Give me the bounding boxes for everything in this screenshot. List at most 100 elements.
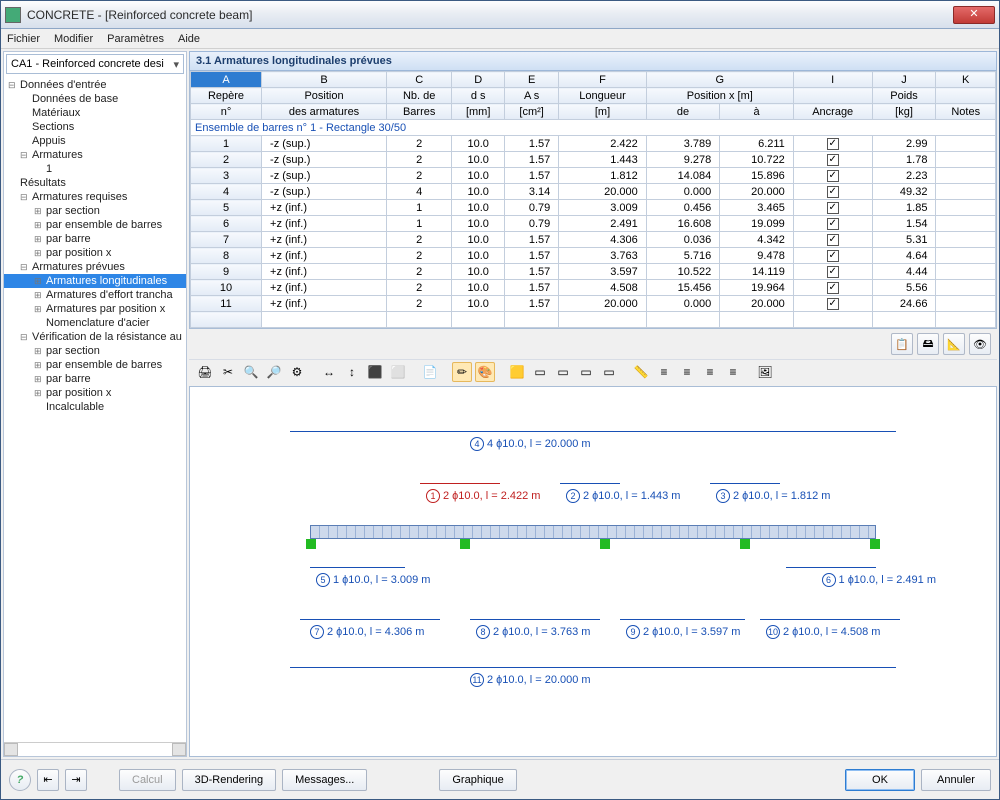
btn-measure[interactable]: 📐: [943, 333, 965, 355]
btn-view[interactable]: 👁: [969, 333, 991, 355]
btn-export[interactable]: 📋: [891, 333, 913, 355]
toolbar-btn[interactable]: ≡: [700, 362, 720, 382]
toolbar-btn[interactable]: 🖼: [755, 362, 775, 382]
bar-line-7: [300, 619, 440, 620]
bar-label-11: 112 ɸ10.0, l = 20.000 m: [470, 673, 591, 687]
body: CA1 - Reinforced concrete desi ⊟Données …: [1, 49, 999, 759]
tree-item[interactable]: ⊟Armatures requises: [4, 190, 186, 204]
tree-item[interactable]: ⊞Armatures par position x: [4, 302, 186, 316]
toolbar-btn[interactable]: ⬜: [388, 362, 408, 382]
tree-item[interactable]: ⊞par section: [4, 204, 186, 218]
loadcase-combo[interactable]: CA1 - Reinforced concrete desi: [6, 54, 184, 74]
toolbar-btn[interactable]: ▭: [576, 362, 596, 382]
bar-line-8: [470, 619, 600, 620]
toolbar-btn[interactable]: ▭: [530, 362, 550, 382]
render-button[interactable]: 3D-Rendering: [182, 769, 276, 791]
btn-save[interactable]: 🖴: [917, 333, 939, 355]
tree-item[interactable]: Matériaux: [4, 106, 186, 120]
bar-line-9: [620, 619, 745, 620]
bar-line-10: [760, 619, 900, 620]
menu-params[interactable]: Paramètres: [107, 33, 164, 45]
tree-item[interactable]: ⊞par section: [4, 344, 186, 358]
toolbar-btn[interactable]: ✂: [218, 362, 238, 382]
graph-button[interactable]: Graphique: [439, 769, 516, 791]
cancel-button[interactable]: Annuler: [921, 769, 991, 791]
toolbar-btn[interactable]: ✏: [452, 362, 472, 382]
tree-item[interactable]: ⊞par position x: [4, 386, 186, 400]
tree-item[interactable]: Appuis: [4, 134, 186, 148]
messages-button[interactable]: Messages...: [282, 769, 367, 791]
tree-item[interactable]: ⊟Armatures: [4, 148, 186, 162]
toolbar-btn[interactable]: ▭: [599, 362, 619, 382]
calc-button[interactable]: Calcul: [119, 769, 176, 791]
tree-item[interactable]: ⊟Données d'entrée: [4, 78, 186, 92]
tree-item[interactable]: ⊞par position x: [4, 246, 186, 260]
help-button[interactable]: ?: [9, 769, 31, 791]
bar-label-5: 51 ɸ10.0, l = 3.009 m: [316, 573, 430, 587]
tree-item[interactable]: Nomenclature d'acier: [4, 316, 186, 330]
bar-line-5: [310, 567, 405, 568]
tree-item[interactable]: ⊞Armatures longitudinales: [4, 274, 186, 288]
toolbar-btn[interactable]: ↔: [319, 362, 339, 382]
bar-label-8: 82 ɸ10.0, l = 3.763 m: [476, 625, 590, 639]
ok-button[interactable]: OK: [845, 769, 915, 791]
toolbar-btn[interactable]: 🎨: [475, 362, 495, 382]
bar-line-2: [560, 483, 620, 484]
toolbar-btn[interactable]: 🟨: [507, 362, 527, 382]
grid-wrap: ABCDEFGIJKRepèrePositionNb. ded sA sLong…: [189, 71, 997, 329]
toolbar-btn[interactable]: ↕: [342, 362, 362, 382]
menu-file[interactable]: Fichier: [7, 33, 40, 45]
data-grid[interactable]: ABCDEFGIJKRepèrePositionNb. ded sA sLong…: [190, 71, 996, 328]
tree-item[interactable]: ⊞par barre: [4, 372, 186, 386]
footer: ? ⇤ ⇥ Calcul 3D-Rendering Messages... Gr…: [1, 759, 999, 799]
tree-item[interactable]: Incalculable: [4, 400, 186, 414]
toolbar-btn[interactable]: ▭: [553, 362, 573, 382]
sidebar-scrollbar[interactable]: [4, 742, 186, 756]
bar-label-9: 92 ɸ10.0, l = 3.597 m: [626, 625, 740, 639]
bar-line-11: [290, 667, 896, 668]
tree-item[interactable]: Sections: [4, 120, 186, 134]
titlebar: CONCRETE - [Reinforced concrete beam] ✕: [1, 1, 999, 29]
menubar: Fichier Modifier Paramètres Aide: [1, 29, 999, 49]
main-panel: 3.1 Armatures longitudinales prévues ABC…: [189, 51, 997, 757]
bar-label-10: 102 ɸ10.0, l = 4.508 m: [766, 625, 880, 639]
menu-edit[interactable]: Modifier: [54, 33, 93, 45]
bar-label-3: 32 ɸ10.0, l = 1.812 m: [716, 489, 830, 503]
toolbar-btn[interactable]: 🔍: [241, 362, 261, 382]
support-5: [870, 539, 880, 549]
diagram-toolbar: 🖨✂🔍🔎⚙↔↕⬛⬜📄✏🎨🟨▭▭▭▭📏≡≡≡≡🖼: [189, 359, 997, 384]
tree-item[interactable]: 1: [4, 162, 186, 176]
close-button[interactable]: ✕: [953, 6, 995, 24]
tree-item[interactable]: ⊞Armatures d'effort trancha: [4, 288, 186, 302]
app-window: CONCRETE - [Reinforced concrete beam] ✕ …: [0, 0, 1000, 800]
tree-item[interactable]: Résultats: [4, 176, 186, 190]
grid-action-buttons: 📋 🖴 📐 👁: [189, 329, 997, 359]
toolbar-btn[interactable]: ⬛: [365, 362, 385, 382]
panel-title: 3.1 Armatures longitudinales prévues: [189, 51, 997, 71]
diagram-view[interactable]: 44 ɸ10.0, l = 20.000 m 12 ɸ10.0, l = 2.4…: [189, 386, 997, 757]
toolbar-btn[interactable]: 📏: [631, 362, 651, 382]
footer-icon-1[interactable]: ⇤: [37, 769, 59, 791]
support-2: [460, 539, 470, 549]
toolbar-btn[interactable]: 📄: [420, 362, 440, 382]
bar-line-4: [290, 431, 896, 432]
toolbar-btn[interactable]: ⚙: [287, 362, 307, 382]
toolbar-btn[interactable]: ≡: [677, 362, 697, 382]
tree-item[interactable]: ⊞par ensemble de barres: [4, 358, 186, 372]
bar-line-1: [420, 483, 500, 484]
toolbar-btn[interactable]: 🖨: [195, 362, 215, 382]
bar-label-1: 12 ɸ10.0, l = 2.422 m: [426, 489, 540, 503]
toolbar-btn[interactable]: ≡: [654, 362, 674, 382]
tree-item[interactable]: ⊞par barre: [4, 232, 186, 246]
footer-icon-2[interactable]: ⇥: [65, 769, 87, 791]
toolbar-btn[interactable]: 🔎: [264, 362, 284, 382]
window-title: CONCRETE - [Reinforced concrete beam]: [27, 8, 953, 22]
tree-item[interactable]: Données de base: [4, 92, 186, 106]
bar-line-3: [710, 483, 780, 484]
nav-tree: ⊟Données d'entréeDonnées de baseMatériau…: [4, 76, 186, 742]
tree-item[interactable]: ⊞par ensemble de barres: [4, 218, 186, 232]
menu-help[interactable]: Aide: [178, 33, 200, 45]
toolbar-btn[interactable]: ≡: [723, 362, 743, 382]
tree-item[interactable]: ⊟Armatures prévues: [4, 260, 186, 274]
tree-item[interactable]: ⊟Vérification de la résistance au: [4, 330, 186, 344]
